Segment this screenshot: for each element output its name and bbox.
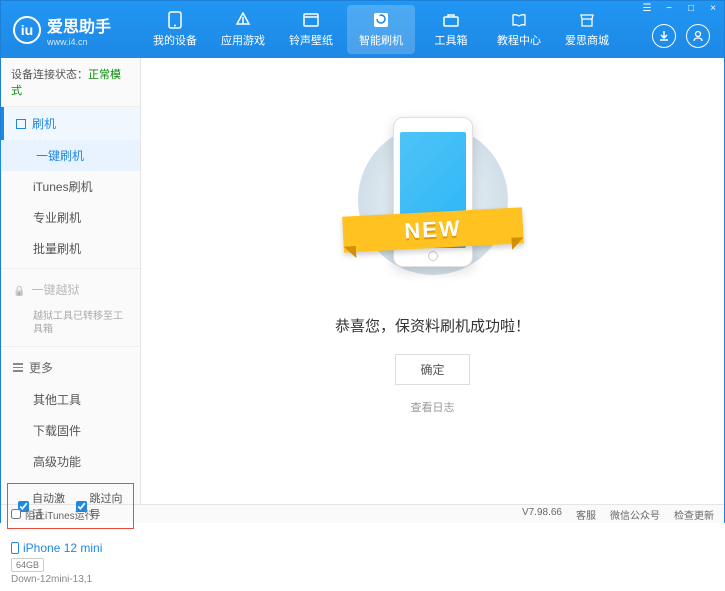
lock-icon bbox=[13, 283, 25, 297]
confirm-button[interactable]: 确定 bbox=[395, 354, 469, 385]
success-illustration: NEW bbox=[363, 117, 503, 287]
connection-status: 设备连接状态：正常模式 bbox=[1, 58, 140, 107]
window-controls: ☰ − □ × bbox=[640, 3, 720, 14]
toolbox-icon bbox=[442, 11, 460, 29]
maximize-icon[interactable]: □ bbox=[684, 3, 698, 14]
sidebar-group-more[interactable]: 更多 bbox=[1, 351, 140, 384]
device-model: Down-12mini-13,1 bbox=[11, 574, 130, 585]
sidebar-item-advanced[interactable]: 高级功能 bbox=[1, 446, 140, 477]
tab-label: 工具箱 bbox=[435, 32, 468, 48]
device-name[interactable]: iPhone 12 mini bbox=[11, 541, 130, 555]
app-header: ☰ − □ × iu 爱思助手 www.i4.cn 我的设备 应用游戏 铃声壁纸… bbox=[1, 1, 724, 58]
phone-icon bbox=[166, 11, 184, 29]
sidebar-item-download-firmware[interactable]: 下载固件 bbox=[1, 415, 140, 446]
phone-icon bbox=[11, 542, 19, 554]
support-link[interactable]: 客服 bbox=[576, 507, 596, 522]
group-label: 刷机 bbox=[32, 115, 56, 132]
book-icon bbox=[510, 11, 528, 29]
group-label: 一键越狱 bbox=[31, 281, 79, 298]
square-icon bbox=[16, 119, 26, 129]
download-button[interactable] bbox=[652, 24, 676, 48]
logo-icon: iu bbox=[13, 16, 41, 44]
sidebar-item-itunes-flash[interactable]: iTunes刷机 bbox=[1, 171, 140, 202]
device-name-text: iPhone 12 mini bbox=[23, 541, 102, 555]
tab-toolbox[interactable]: 工具箱 bbox=[417, 1, 485, 58]
jailbreak-note: 越狱工具已转移至工具箱 bbox=[1, 306, 140, 342]
sidebar-item-pro-flash[interactable]: 专业刷机 bbox=[1, 202, 140, 233]
sidebar-group-jailbreak: 一键越狱 bbox=[1, 273, 140, 306]
tab-my-device[interactable]: 我的设备 bbox=[141, 1, 209, 58]
tab-flash[interactable]: 智能刷机 bbox=[347, 5, 415, 54]
checkbox-input[interactable] bbox=[11, 509, 21, 519]
tab-ringtone[interactable]: 铃声壁纸 bbox=[277, 1, 345, 58]
tab-label: 爱思商城 bbox=[565, 32, 609, 48]
update-link[interactable]: 检查更新 bbox=[674, 507, 714, 522]
menu-icon[interactable]: ☰ bbox=[640, 3, 654, 14]
shop-icon bbox=[578, 11, 596, 29]
tab-tutorial[interactable]: 教程中心 bbox=[485, 1, 553, 58]
storage-badge: 64GB bbox=[11, 558, 44, 572]
tab-label: 智能刷机 bbox=[359, 32, 403, 48]
sidebar-group-flash[interactable]: 刷机 bbox=[1, 107, 140, 140]
header-right bbox=[652, 12, 724, 48]
profile-button[interactable] bbox=[686, 24, 710, 48]
checkbox-block-itunes[interactable]: 阻止iTunes运行 bbox=[11, 507, 95, 522]
app-name: 爱思助手 bbox=[47, 13, 111, 37]
tab-label: 应用游戏 bbox=[221, 32, 265, 48]
sidebar-item-one-key-flash[interactable]: 一键刷机 bbox=[0, 140, 140, 171]
sidebar-item-other-tools[interactable]: 其他工具 bbox=[1, 384, 140, 415]
hamburger-icon bbox=[13, 363, 23, 372]
apps-icon bbox=[234, 11, 252, 29]
status-label: 设备连接状态： bbox=[11, 69, 88, 81]
group-label: 更多 bbox=[29, 359, 53, 376]
tab-shop[interactable]: 爱思商城 bbox=[553, 1, 621, 58]
wallet-icon bbox=[302, 11, 320, 29]
version-label: V7.98.66 bbox=[522, 507, 562, 522]
tab-apps[interactable]: 应用游戏 bbox=[209, 1, 277, 58]
tab-label: 教程中心 bbox=[497, 32, 541, 48]
main-content: NEW 恭喜您，保资料刷机成功啦！ 确定 查看日志 bbox=[141, 58, 724, 504]
tab-label: 铃声壁纸 bbox=[289, 32, 333, 48]
checkbox-label: 阻止iTunes运行 bbox=[25, 507, 95, 522]
success-message: 恭喜您，保资料刷机成功啦！ bbox=[335, 315, 530, 336]
refresh-icon bbox=[372, 11, 390, 29]
sidebar-item-batch-flash[interactable]: 批量刷机 bbox=[1, 233, 140, 264]
app-site: www.i4.cn bbox=[47, 37, 111, 47]
wechat-link[interactable]: 微信公众号 bbox=[610, 507, 660, 522]
logo-area: iu 爱思助手 www.i4.cn bbox=[1, 13, 141, 47]
minimize-icon[interactable]: − bbox=[662, 3, 676, 14]
sidebar: 设备连接状态：正常模式 刷机 一键刷机 iTunes刷机 专业刷机 批量刷机 一… bbox=[1, 58, 141, 504]
nav-tabs: 我的设备 应用游戏 铃声壁纸 智能刷机 工具箱 教程中心 爱思商城 bbox=[141, 1, 652, 58]
view-log-link[interactable]: 查看日志 bbox=[411, 399, 455, 415]
close-icon[interactable]: × bbox=[706, 3, 720, 14]
device-info: iPhone 12 mini 64GB Down-12mini-13,1 bbox=[1, 535, 140, 591]
tab-label: 我的设备 bbox=[153, 32, 197, 48]
